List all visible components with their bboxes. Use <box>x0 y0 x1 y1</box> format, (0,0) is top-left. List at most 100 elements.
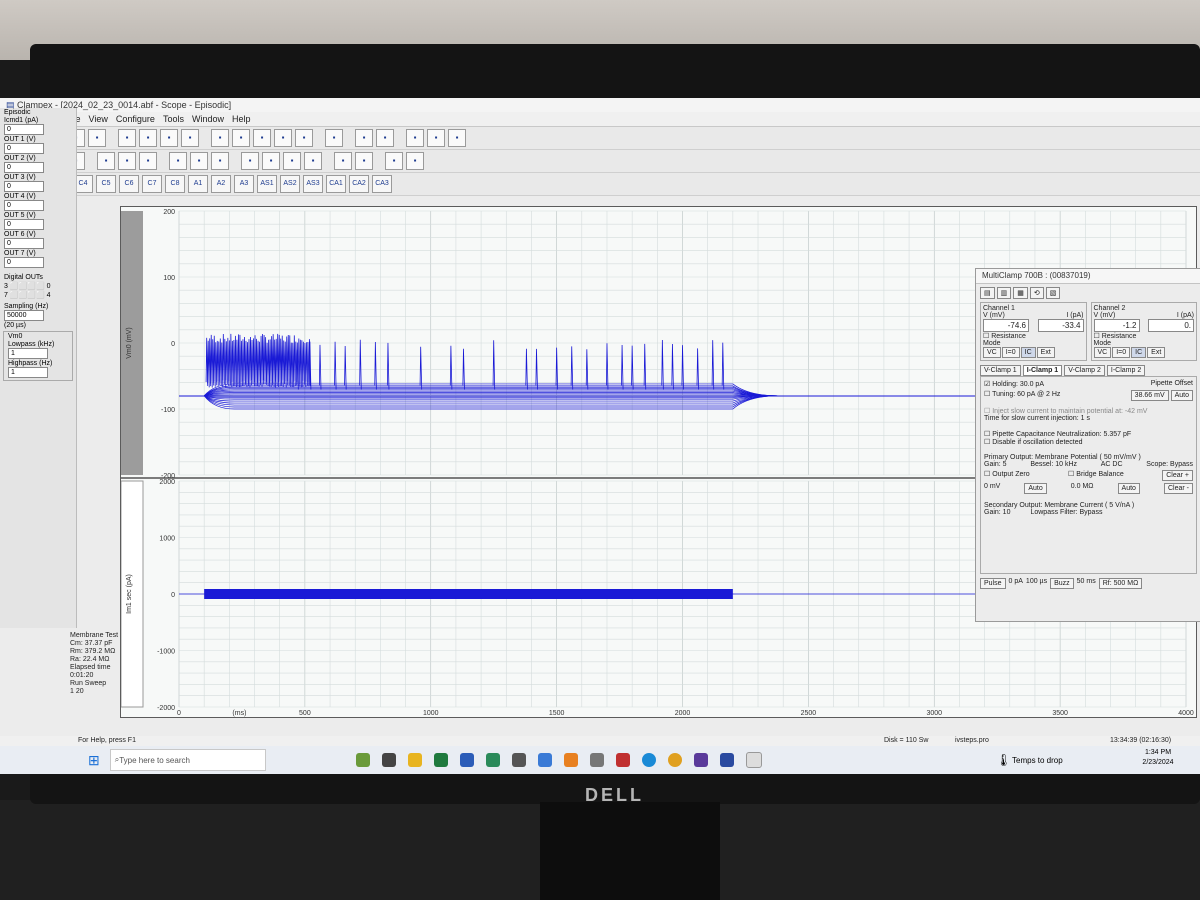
menu-view[interactable]: View <box>89 112 108 126</box>
toolbar-button-icon[interactable]: ▪ <box>325 129 343 147</box>
mc-tool-icon[interactable]: ▥ <box>996 287 1012 299</box>
ch2-mode-ext[interactable]: Ext <box>1147 347 1166 358</box>
lowpass2-value[interactable]: Lowpass Filter: Bypass <box>1030 509 1102 516</box>
toolbar-button-icon[interactable]: ▪ <box>355 152 373 170</box>
toolbar-button-icon[interactable]: ▪ <box>169 152 187 170</box>
file-explorer-icon[interactable] <box>407 753 422 767</box>
out-2-input[interactable]: 0 <box>4 162 44 173</box>
toolbar-button-icon[interactable]: ▪ <box>283 152 301 170</box>
chrome-browser-icon[interactable] <box>667 753 682 767</box>
buzz-button[interactable]: Buzz <box>1050 578 1074 589</box>
toolbar-button-icon[interactable]: ▪ <box>355 129 373 147</box>
toolbar-button-c5[interactable]: C5 <box>96 175 116 193</box>
ch1-mode-ic[interactable]: IC <box>1020 347 1036 358</box>
app-icon[interactable] <box>693 753 708 767</box>
out-4-input[interactable]: 0 <box>4 200 44 211</box>
toolbar-button-a1[interactable]: A1 <box>188 175 208 193</box>
tab-i-clamp2[interactable]: I-Clamp 2 <box>1106 365 1146 376</box>
ch2-mode-ieq0[interactable]: I=0 <box>1112 347 1131 358</box>
pipette-offset-value[interactable]: 38.66 mV <box>1130 390 1169 401</box>
rf-value[interactable]: Rf: 500 MΩ <box>1098 578 1143 589</box>
matlab-icon[interactable] <box>563 753 578 767</box>
toolbar-button-icon[interactable]: ▪ <box>406 129 424 147</box>
toolbar-button-icon[interactable]: ▪ <box>139 152 157 170</box>
toolbar-button-icon[interactable]: ▪ <box>385 152 403 170</box>
menu-window[interactable]: Window <box>192 112 224 126</box>
gain2-value[interactable]: Gain: 10 <box>984 509 1010 516</box>
pulse-amp[interactable]: 0 pA <box>1009 578 1023 589</box>
toolbar-button-icon[interactable]: ▪ <box>211 152 229 170</box>
scope-value[interactable]: Scope: Bypass <box>1146 461 1193 468</box>
excel-icon[interactable] <box>433 753 448 767</box>
toolbar-button-icon[interactable]: ▪ <box>118 152 136 170</box>
cap-neut-checkbox[interactable]: ☐ Pipette Capacitance Neutralization: 5.… <box>984 430 1193 438</box>
mc-tool-icon[interactable]: ▧ <box>1045 287 1061 299</box>
tab-v-clamp1[interactable]: V-Clamp 1 <box>980 365 1021 376</box>
toolbar-button-as1[interactable]: AS1 <box>257 175 277 193</box>
toolbar-button-c8[interactable]: C8 <box>165 175 185 193</box>
out-5-input[interactable]: 0 <box>4 219 44 230</box>
bridge-auto-button[interactable]: Auto <box>1117 483 1140 494</box>
toolbar-button-icon[interactable]: ▪ <box>274 129 292 147</box>
mc-tool-icon[interactable]: ▤ <box>980 287 995 299</box>
gain-value[interactable]: Gain: 5 <box>984 461 1007 468</box>
multiclamp-window[interactable]: MultiClamp 700B : (00837019) ▤ ▥ ▦ ⟲ ▧ C… <box>975 268 1200 622</box>
pipette-offset-auto-button[interactable]: Auto <box>1170 390 1193 401</box>
toolbar-button-ca2[interactable]: CA2 <box>349 175 369 193</box>
toolbar-button-icon[interactable]: ▪ <box>376 129 394 147</box>
app-icon[interactable] <box>485 753 500 767</box>
toolbar-button-as3[interactable]: AS3 <box>303 175 323 193</box>
toolbar-button-ca3[interactable]: CA3 <box>372 175 392 193</box>
out-1-input[interactable]: 0 <box>4 143 44 154</box>
app-icon[interactable] <box>589 753 604 767</box>
out-3-input[interactable]: 0 <box>4 181 44 192</box>
digital-outs-row-2[interactable]: 7 ⬜⬜⬜⬜ 4 <box>4 291 72 299</box>
menu-configure[interactable]: Configure <box>116 112 155 126</box>
toolbar-button-icon[interactable]: ▪ <box>406 152 424 170</box>
pulse-button[interactable]: Pulse <box>980 578 1006 589</box>
word-icon[interactable] <box>459 753 474 767</box>
toolbar-button-icon[interactable]: ▪ <box>295 129 313 147</box>
clear-plus-button[interactable]: Clear + <box>1162 470 1193 481</box>
mc-tool-icon[interactable]: ▦ <box>1013 287 1028 299</box>
toolbar-button-icon[interactable]: ▪ <box>190 152 208 170</box>
menu-tools[interactable]: Tools <box>163 112 184 126</box>
buzz-dur[interactable]: 50 ms <box>1077 578 1096 589</box>
toolbar-button-icon[interactable]: ▪ <box>448 129 466 147</box>
mc-tool-icon[interactable]: ⟲ <box>1029 287 1044 299</box>
toolbar-button-icon[interactable]: ▪ <box>334 152 352 170</box>
output-zero-checkbox[interactable]: ☐ Output Zero <box>984 470 1030 481</box>
toolbar-button-as2[interactable]: AS2 <box>280 175 300 193</box>
ch1-resistance-checkbox[interactable]: ☐ Resistance <box>983 332 1084 340</box>
widgets-icon[interactable] <box>355 753 370 767</box>
ch1-mode-vc[interactable]: VC <box>983 347 1001 358</box>
toolbar-button-icon[interactable]: ▪ <box>232 129 250 147</box>
slow-inject-checkbox[interactable]: ☐ Inject slow current to maintain potent… <box>984 407 1193 415</box>
app-icon[interactable] <box>615 753 630 767</box>
toolbar-button-icon[interactable]: ▪ <box>211 129 229 147</box>
toolbar-button-icon[interactable]: ▪ <box>427 129 445 147</box>
toolbar-button-icon[interactable]: ▪ <box>139 129 157 147</box>
task-view-icon[interactable] <box>381 753 396 767</box>
holding-checkbox[interactable]: ☑ Holding: 30.0 pA <box>984 380 1044 388</box>
toolbar-button-c6[interactable]: C6 <box>119 175 139 193</box>
tuning-checkbox[interactable]: ☐ Tuning: 60 pA @ 2 Hz <box>984 390 1060 401</box>
out-6-input[interactable]: 0 <box>4 238 44 249</box>
clear-minus-button[interactable]: Clear - <box>1163 483 1193 494</box>
acdc-toggle[interactable]: AC DC <box>1101 461 1123 468</box>
tab-i-clamp1[interactable]: I-Clamp 1 <box>1022 365 1063 376</box>
windows-start-icon[interactable]: ⊞ <box>88 752 100 769</box>
toolbar-button-icon[interactable]: ▪ <box>181 129 199 147</box>
edge-browser-icon[interactable] <box>641 753 656 767</box>
pulse-dur[interactable]: 100 µs <box>1026 578 1047 589</box>
weather-text[interactable]: Temps to drop <box>1012 756 1063 765</box>
toolbar-button-icon[interactable]: ▪ <box>88 129 106 147</box>
clampex-icon[interactable] <box>719 753 734 767</box>
app-icon[interactable] <box>537 753 552 767</box>
toolbar-button-icon[interactable]: ▪ <box>262 152 280 170</box>
tab-v-clamp2[interactable]: V-Clamp 2 <box>1064 365 1105 376</box>
output-zero-auto-button[interactable]: Auto <box>1024 483 1047 494</box>
taskbar-clock[interactable]: 1:34 PM 2/23/2024 <box>1133 748 1183 768</box>
out-7-input[interactable]: 0 <box>4 257 44 268</box>
ch1-mode-ieq0[interactable]: I=0 <box>1001 347 1020 358</box>
